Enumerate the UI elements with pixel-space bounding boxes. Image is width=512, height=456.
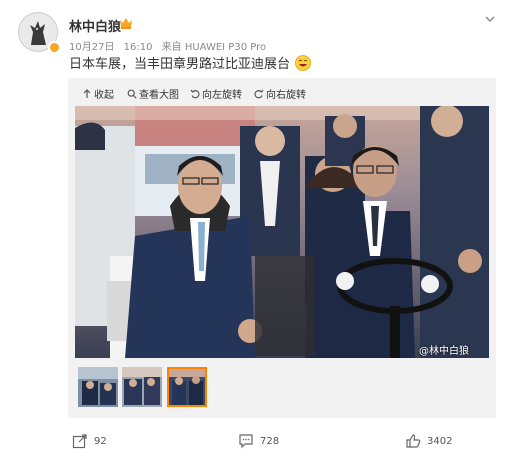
post-time[interactable]: 16:10 [124,42,153,53]
chevron-down-icon[interactable] [484,13,496,25]
collapse-button[interactable]: 收起 [82,86,114,101]
post-meta: 10月27日 16:10 来自 HUAWEI P30 Pro [69,38,272,53]
view-large-label: 查看大图 [139,90,179,101]
thumbnail-1[interactable] [78,367,118,407]
post-photo[interactable]: @林中白狼 [75,106,489,358]
share-icon [72,434,87,449]
weibo-post-card: 林中白狼 10月27日 16:10 来自 HUAWEI P30 Pro 日本车展… [0,0,512,456]
repost-count: 92 [94,435,107,447]
photo-watermark: @林中白狼 [419,346,469,357]
collapse-label: 收起 [94,90,114,101]
thumbs-up-icon [406,434,421,448]
rotate-left-button[interactable]: 向左旋转 [190,86,242,101]
username[interactable]: 林中白狼 [69,16,121,35]
comment-button[interactable]: 728 [238,433,279,449]
post-date[interactable]: 10月27日 [69,42,114,53]
like-button[interactable]: 3402 [405,433,452,449]
crown-icon [120,18,132,29]
thumbnail-3[interactable] [167,367,207,407]
post-text-content: 日本车展，当丰田章男路过比亚迪展台 [69,57,291,72]
post-text: 日本车展，当丰田章男路过比亚迪展台 [69,53,312,72]
rotate-left-label: 向左旋转 [202,90,242,101]
rotate-left-icon [190,89,200,98]
laughing-emoji-icon [295,55,312,71]
rotate-right-button[interactable]: 向右旋转 [254,86,306,101]
arrow-up-icon [83,88,91,98]
rotate-right-label: 向右旋转 [266,90,306,101]
comment-icon [239,434,253,449]
comment-count: 728 [260,435,280,447]
magnifier-icon [127,89,137,99]
verified-badge [48,41,61,54]
rotate-right-icon [254,89,264,98]
view-large-button[interactable]: 查看大图 [127,86,179,101]
repost-button[interactable]: 92 [72,433,107,449]
post-source: 来自 HUAWEI P30 Pro [161,42,267,53]
post-actions-bar: 92 728 3402 [0,428,512,456]
thumbnail-2[interactable] [122,367,162,407]
photo-illustration [75,106,489,358]
like-count: 3402 [427,435,453,447]
